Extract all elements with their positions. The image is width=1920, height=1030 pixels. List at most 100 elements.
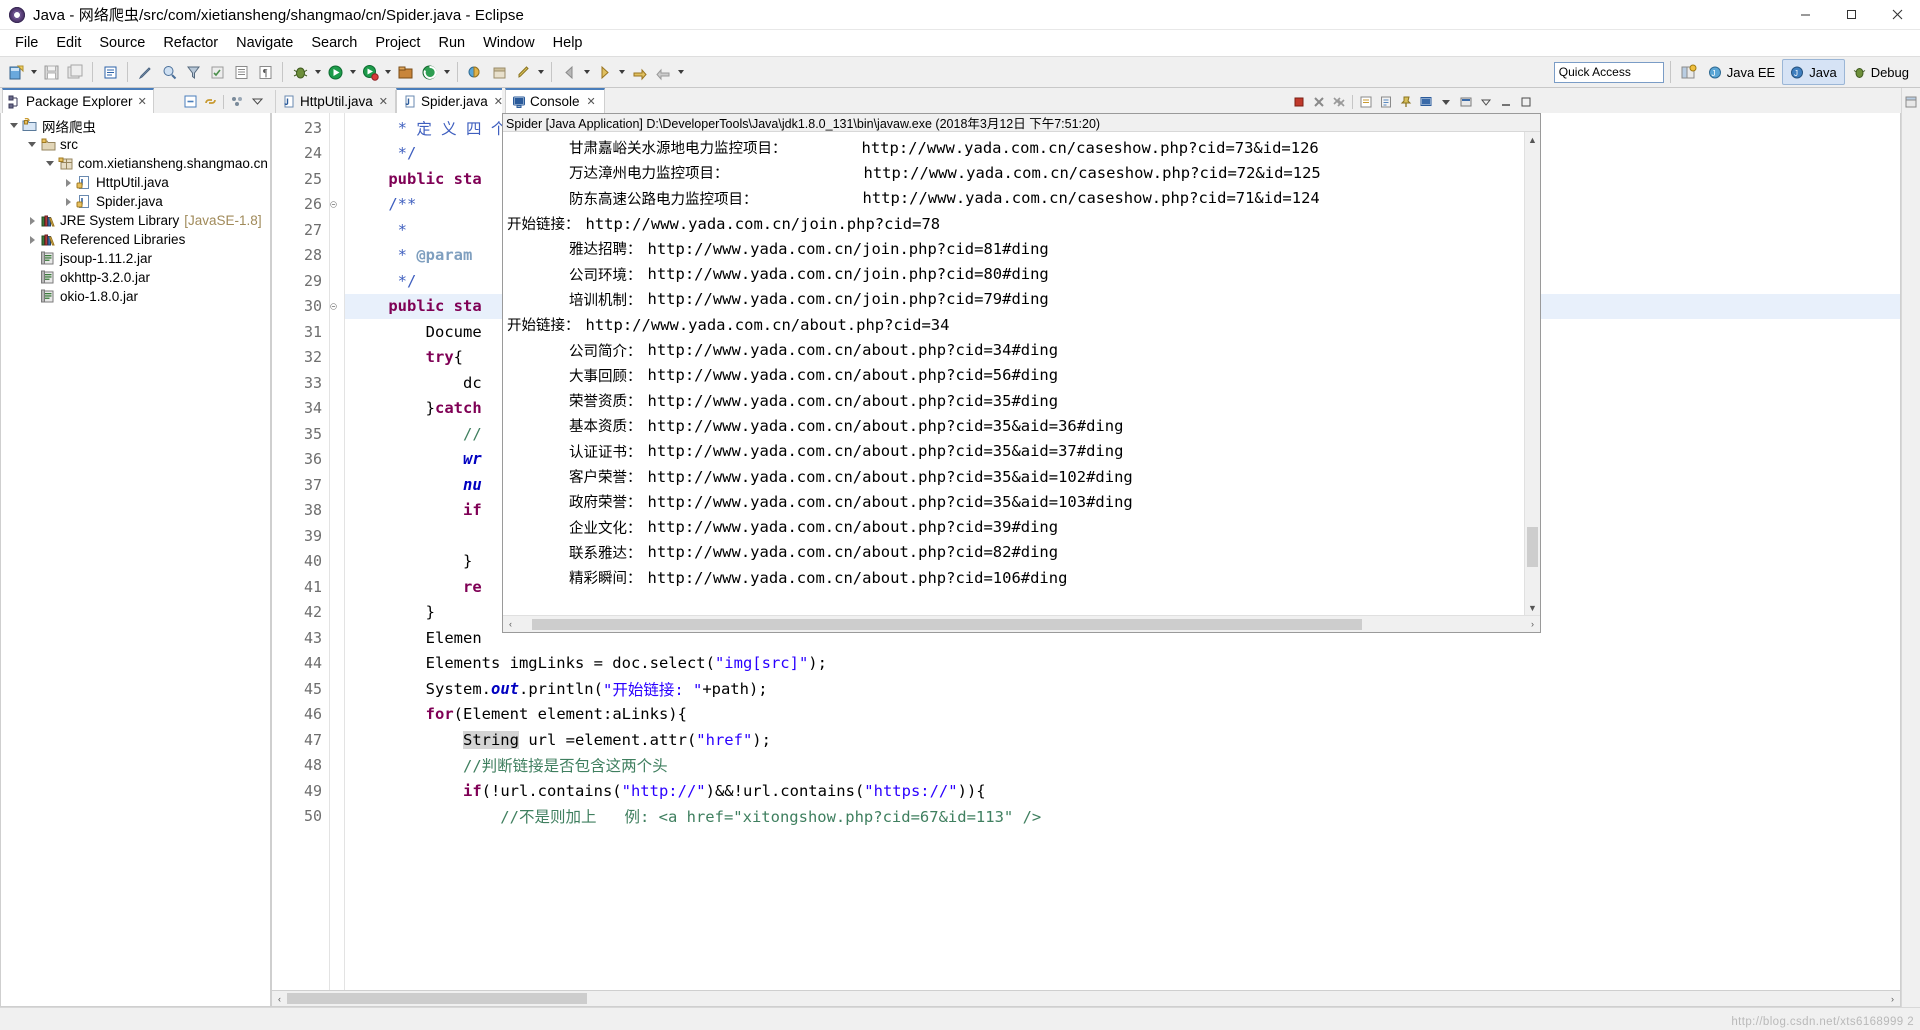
- back-nav-icon[interactable]: [558, 61, 580, 83]
- tree-item-package[interactable]: com.xietiansheng.shangmao.cn: [1, 154, 270, 173]
- console-hscroll-track[interactable]: [518, 617, 1525, 631]
- save-all-icon[interactable]: [64, 61, 86, 83]
- menu-help[interactable]: Help: [544, 33, 592, 53]
- perspective-java-ee[interactable]: J Java EE: [1701, 60, 1782, 84]
- close-icon[interactable]: ✕: [138, 95, 147, 108]
- save-icon[interactable]: [40, 61, 62, 83]
- console-vscroll-thumb[interactable]: [1527, 527, 1538, 567]
- fold-toggle-icon[interactable]: [330, 294, 344, 320]
- run-dropdown-arrow[interactable]: [347, 61, 358, 83]
- menu-refactor[interactable]: Refactor: [154, 33, 227, 53]
- close-icon[interactable]: ✕: [587, 95, 596, 108]
- tab-package-explorer[interactable]: Package Explorer ✕: [2, 88, 154, 113]
- forward-dropdown-arrow[interactable]: [616, 61, 627, 83]
- tree-item-referenced-libraries[interactable]: Referenced Libraries: [1, 230, 270, 249]
- chevron-right-icon[interactable]: [25, 211, 39, 230]
- perspective-java[interactable]: J Java: [1782, 59, 1845, 85]
- scroll-right-arrow-icon[interactable]: ›: [1525, 618, 1540, 631]
- tree-item-okhttp-jar[interactable]: okhttp-3.2.0.jar: [1, 268, 270, 287]
- view-dropdown-icon[interactable]: [247, 92, 267, 112]
- minimize-button[interactable]: [1782, 0, 1828, 29]
- editor-hscroll-track[interactable]: [287, 992, 1885, 1005]
- back-dropdown-arrow[interactable]: [581, 61, 592, 83]
- tree-item-src[interactable]: src: [1, 135, 270, 154]
- toggle-mark-icon[interactable]: [206, 61, 228, 83]
- open-console-icon[interactable]: [1456, 92, 1476, 112]
- coverage-icon[interactable]: [394, 61, 416, 83]
- external-tools-dropdown-arrow[interactable]: [441, 61, 452, 83]
- link-with-editor-icon[interactable]: [200, 92, 220, 112]
- chevron-right-icon[interactable]: [61, 173, 75, 192]
- view-menu-icon[interactable]: [1476, 92, 1496, 112]
- scroll-right-arrow-icon[interactable]: ›: [1885, 992, 1900, 1005]
- scroll-left-arrow-icon[interactable]: ‹: [503, 618, 518, 631]
- external-tools-icon[interactable]: [418, 61, 440, 83]
- new-dropdown-arrow[interactable]: [28, 61, 39, 83]
- chevron-right-icon[interactable]: [25, 230, 39, 249]
- scroll-up-arrow-icon[interactable]: ▲: [1525, 132, 1540, 147]
- scroll-down-arrow-icon[interactable]: ▼: [1525, 600, 1540, 615]
- search-declaration-icon[interactable]: [158, 61, 180, 83]
- tree-item-project[interactable]: 网络爬虫: [1, 116, 270, 135]
- tree-item-spider[interactable]: Spider.java: [1, 192, 270, 211]
- editor-horizontal-scrollbar[interactable]: ‹ ›: [271, 991, 1901, 1007]
- minimize-view-icon[interactable]: [1496, 92, 1516, 112]
- menu-run[interactable]: Run: [429, 33, 474, 53]
- close-icon[interactable]: ✕: [379, 95, 388, 108]
- pen-icon[interactable]: [134, 61, 156, 83]
- maximize-button[interactable]: [1828, 0, 1874, 29]
- console-hscroll-thumb[interactable]: [532, 618, 1362, 630]
- collapse-all-icon[interactable]: [180, 92, 200, 112]
- menu-source[interactable]: Source: [90, 33, 154, 53]
- filter-icon[interactable]: [182, 61, 204, 83]
- debug-bug-icon[interactable]: [289, 61, 311, 83]
- open-perspective-icon[interactable]: [1678, 61, 1700, 83]
- run-icon[interactable]: [324, 61, 346, 83]
- new-class-icon[interactable]: [512, 61, 534, 83]
- paragraph-icon[interactable]: ¶: [254, 61, 276, 83]
- restore-view-icon[interactable]: [1901, 92, 1920, 112]
- tree-item-httputil[interactable]: HttpUtil.java: [1, 173, 270, 192]
- display-selected-console-icon[interactable]: [1416, 92, 1436, 112]
- menu-window[interactable]: Window: [474, 33, 544, 53]
- folding-margin[interactable]: [330, 113, 345, 990]
- chevron-down-icon[interactable]: [43, 154, 57, 173]
- pin-console-icon[interactable]: [1396, 92, 1416, 112]
- debug-dropdown-arrow[interactable]: [312, 61, 323, 83]
- maximize-view-icon[interactable]: [1516, 92, 1536, 112]
- new-java-project-icon[interactable]: [464, 61, 486, 83]
- tree-item-jre-library[interactable]: JRE System Library [JavaSE-1.8]: [1, 211, 270, 230]
- remove-launch-icon[interactable]: [1309, 92, 1329, 112]
- console-vertical-scrollbar[interactable]: ▲ ▼: [1524, 132, 1540, 615]
- new-class-dropdown-arrow[interactable]: [535, 61, 546, 83]
- tab-console[interactable]: Console ✕: [505, 88, 605, 113]
- prev-annotation-icon[interactable]: [628, 61, 650, 83]
- list-view-icon[interactable]: [230, 61, 252, 83]
- new-wizard-icon[interactable]: [5, 61, 27, 83]
- remove-all-launches-icon[interactable]: [1329, 92, 1349, 112]
- console-output[interactable]: 甘肃嘉峪关水源地电力监控项目： http://www.yada.com.cn/ca…: [503, 132, 1524, 615]
- menu-file[interactable]: File: [6, 33, 47, 53]
- close-button[interactable]: [1874, 0, 1920, 29]
- scroll-left-arrow-icon[interactable]: ‹: [272, 992, 287, 1005]
- console-dropdown-icon[interactable]: [1436, 92, 1456, 112]
- quick-access-input[interactable]: [1553, 61, 1664, 83]
- tab-spider-java[interactable]: Spider.java ✕: [396, 88, 512, 113]
- console-vscroll-track[interactable]: [1525, 147, 1540, 600]
- chevron-right-icon[interactable]: [61, 192, 75, 211]
- perspective-debug[interactable]: Debug: [1845, 60, 1916, 84]
- scroll-lock-icon[interactable]: [1376, 92, 1396, 112]
- run-external-dropdown-arrow[interactable]: [382, 61, 393, 83]
- print-icon[interactable]: [99, 61, 121, 83]
- package-explorer-tree[interactable]: 网络爬虫 src com.xietiansheng.shangmao.cn Ht…: [0, 113, 271, 1007]
- tab-httputil-java[interactable]: HttpUtil.java ✕: [275, 90, 396, 113]
- chevron-down-icon[interactable]: [25, 135, 39, 154]
- new-package-icon[interactable]: [488, 61, 510, 83]
- chevron-down-icon[interactable]: [7, 116, 21, 135]
- menu-project[interactable]: Project: [366, 33, 429, 53]
- tree-item-jsoup-jar[interactable]: jsoup-1.11.2.jar: [1, 249, 270, 268]
- next-annotation-icon[interactable]: [652, 61, 674, 83]
- menu-edit[interactable]: Edit: [47, 33, 90, 53]
- menu-search[interactable]: Search: [302, 33, 366, 53]
- terminate-icon[interactable]: [1289, 92, 1309, 112]
